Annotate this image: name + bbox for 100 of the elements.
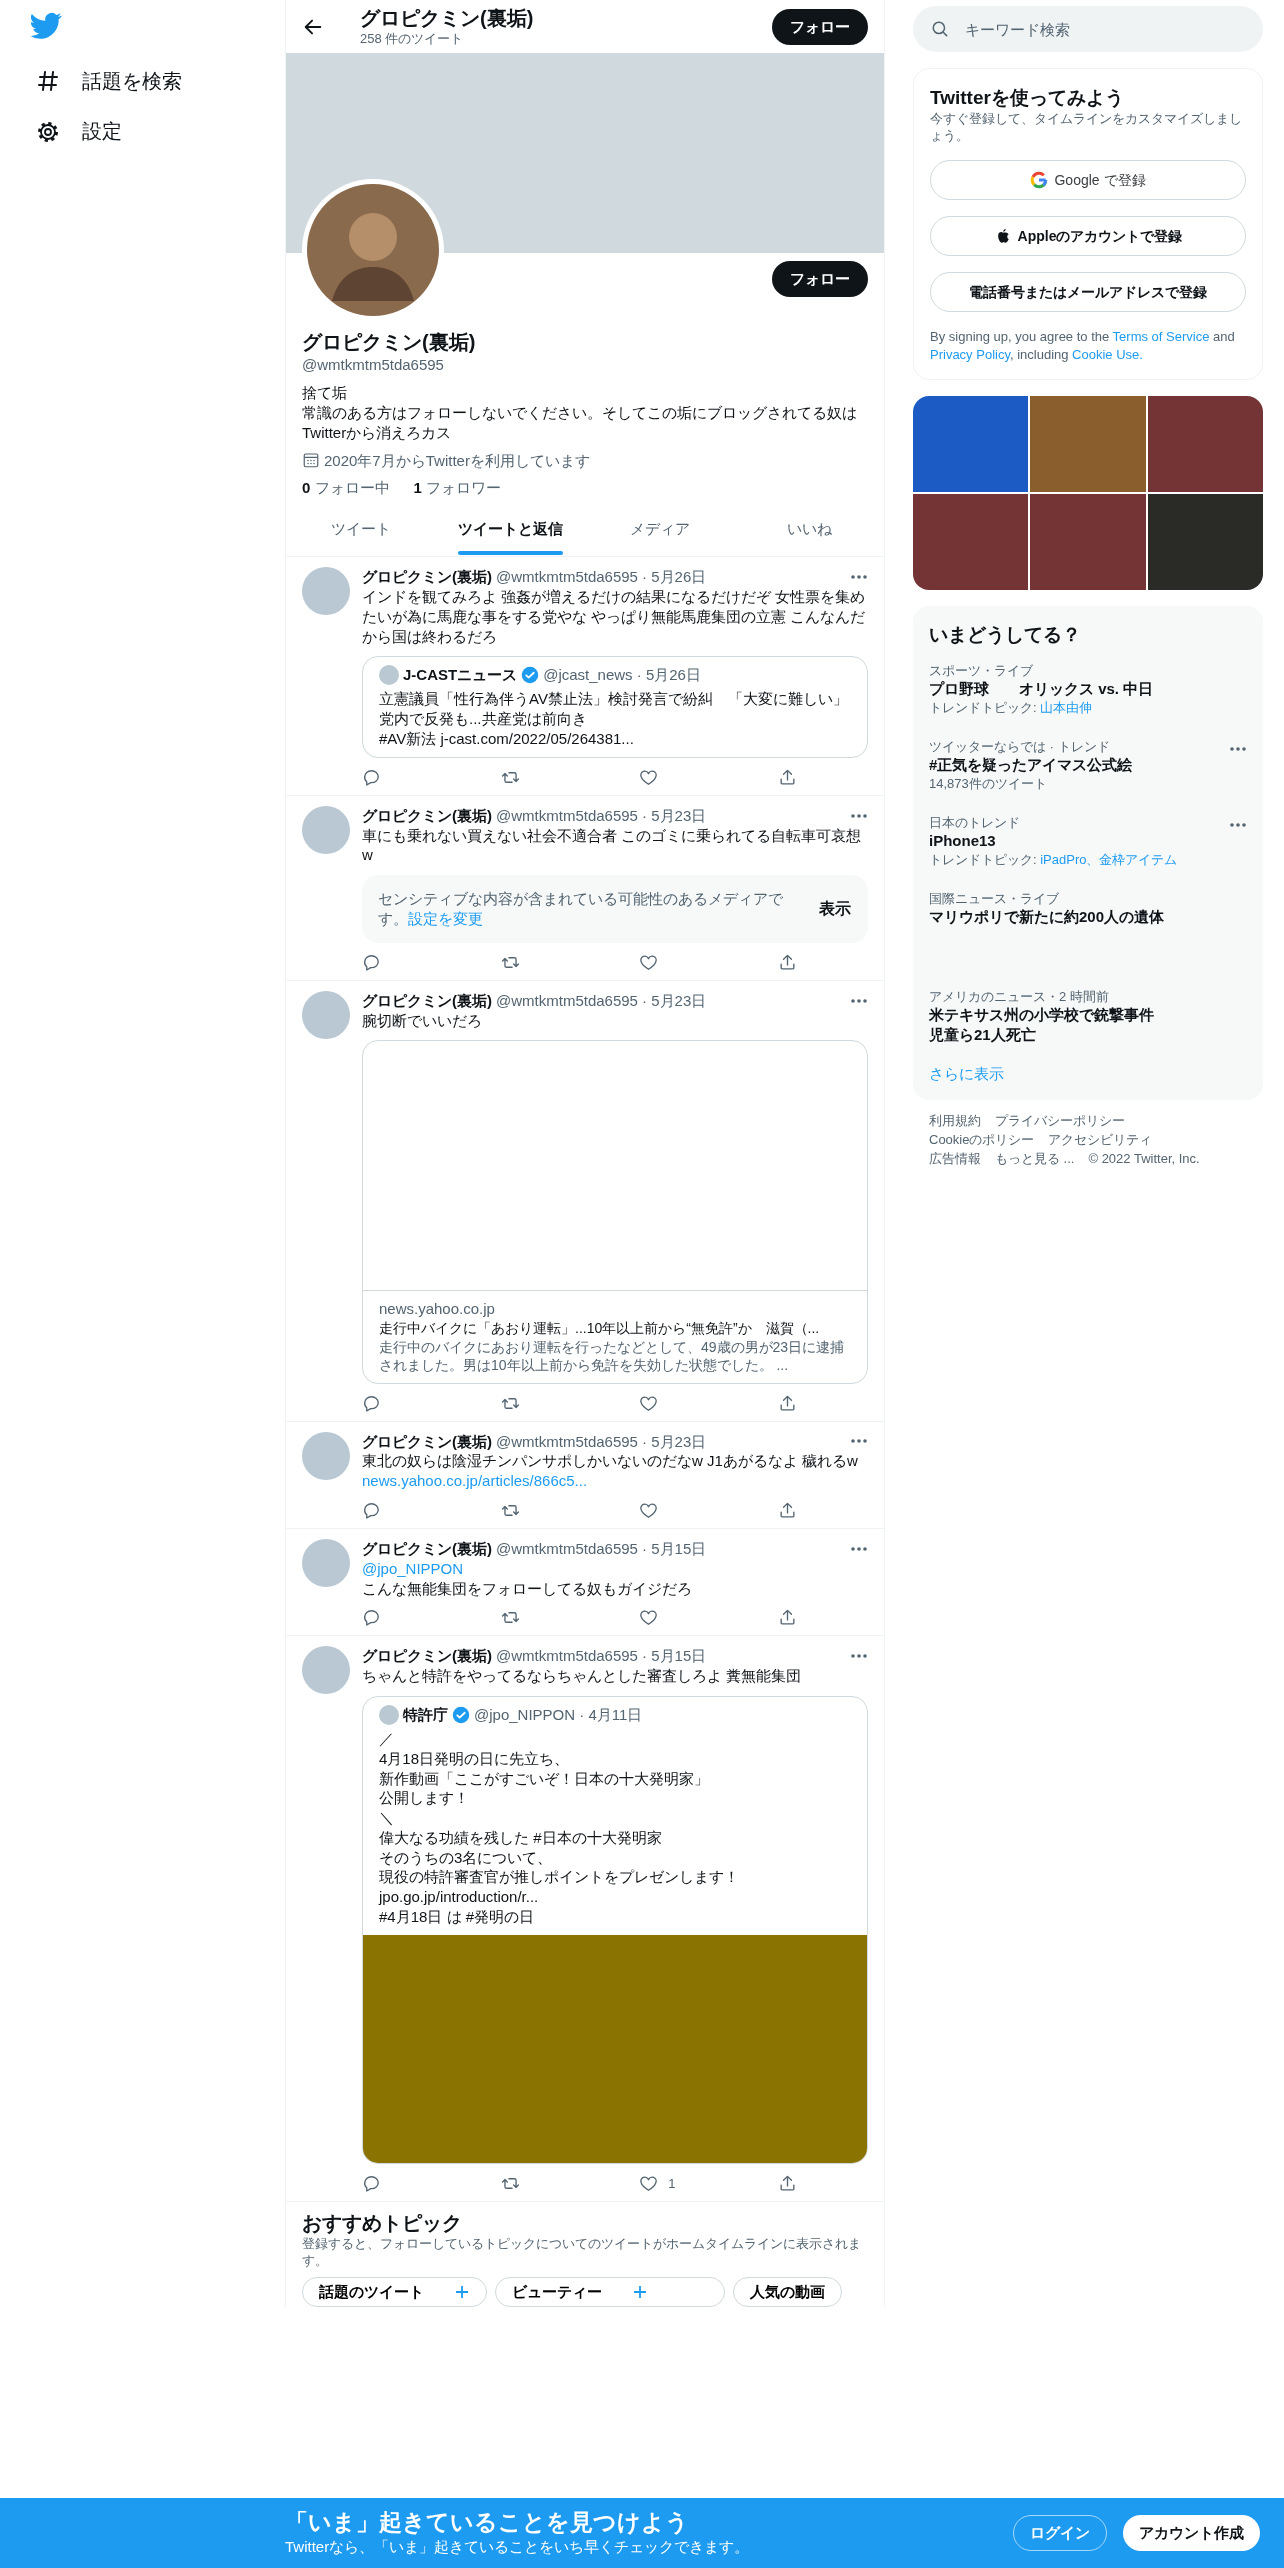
like-count: 1 xyxy=(668,2174,676,2192)
section-title: おすすめトピック xyxy=(302,2210,463,2236)
bird-logo[interactable] xyxy=(30,12,62,40)
share-icon[interactable] xyxy=(777,952,797,972)
topic-chip[interactable]: 話題のツイート xyxy=(302,2276,487,2307)
more-icon[interactable] xyxy=(850,1545,868,1552)
banner-subtitle: Twitterなら、「いま」起きていることをいち早くチェックできます。 xyxy=(285,2536,751,2557)
avatar xyxy=(302,1538,350,1587)
tab[interactable]: ツイートと返信 xyxy=(435,506,585,557)
share-icon[interactable] xyxy=(777,1608,797,1628)
trend-title: マリウポリで新たに約200人の遺体 xyxy=(929,907,1165,928)
legal-text: By signing up, you agree to the Terms of Service and Privacy Policy, including Cookie Use. xyxy=(930,328,1236,363)
tweet-text: ちゃんと特許をやってるならちゃんとした審査しろよ 糞無能集団 xyxy=(362,1666,803,1686)
profile-handle: @wmtkmtm5tda6595 xyxy=(302,355,445,376)
tweet-meta: @wmtkmtm5tda6595 · 5月23日 xyxy=(496,805,708,826)
signup-button[interactable]: Appleのアカウントで登録 xyxy=(930,216,1246,257)
search-field[interactable]: キーワード検索 xyxy=(913,6,1263,52)
topic-chip[interactable]: ビューティー xyxy=(495,2276,725,2307)
media-thumbnail[interactable] xyxy=(913,395,1029,492)
quoted-text-line: #4月18日 は #発明の日 xyxy=(379,1907,536,1927)
footer-link[interactable]: Cookieのポリシー xyxy=(929,1130,1035,1148)
link-card[interactable]: news.yahoo.co.jp 走行中バイクに「あおり運転」...10年以上前から“無免許”か 滋賀（... 走行中のバイクにあおり運転を行ったなどとして、49歳の男が23日に逮捕されました。男は10年以上前から免許を失効した状態でした。 ... xyxy=(362,1040,868,1384)
follow-button[interactable]: フォロー xyxy=(772,261,868,297)
tweet-meta: @wmtkmtm5tda6595 · 5月15日 xyxy=(496,1538,708,1559)
quoted-text-line: そのうちの3名について、 xyxy=(379,1847,554,1868)
tweet-count: 258 件のツイート xyxy=(360,29,465,48)
follow-button[interactable]: フォロー xyxy=(772,8,868,45)
quoted-tweet[interactable]: 特許庁 @jpo_NIPPON · 4月11日 ／ 4月18日発明の日に先立ち、 新作動画「ここがすごいぞ！日本の十大発明家」 公開します！ ＼ 偉大なる功績を残した #日本の十大発明家 そのうちの3名について、 現役の特許審査官が推しポイントをプレゼンします！ jpo.go.jp/introduction/r... #4月18日 は #発明の日 xyxy=(362,1695,868,2164)
more-icon[interactable] xyxy=(1229,745,1247,752)
more-icon[interactable] xyxy=(1229,822,1247,828)
media-thumbnail[interactable] xyxy=(913,493,1029,590)
card-title: Twitterを使ってみよう xyxy=(930,86,1125,110)
reply-icon[interactable] xyxy=(362,952,381,972)
trend-item[interactable]: 日本のトレンド iPhone13 トレンドトピック: iPadPro、金枠アイテム xyxy=(913,803,1263,880)
tweet-text: 車にも乗れない買えない社会不適合者 このゴミに乗られてる自転車可哀想w xyxy=(362,825,863,866)
quoted-text-line: #AV新法 j-cast.com/2022/05/264381... xyxy=(379,728,635,749)
sidebar-item[interactable]: 設定 xyxy=(30,106,128,157)
trend-context: ツイッターならでは · トレンド xyxy=(929,737,1111,756)
tab[interactable]: ツイート xyxy=(286,506,436,557)
topic-chip[interactable]: 人気の動画 xyxy=(733,2276,842,2307)
trend-item[interactable]: アメリカのニュース・2 時間前 米テキサス州の小学校で銃撃事件 児童ら21人死亡 xyxy=(913,977,1263,1056)
followers-count[interactable]: 1 フォロワー xyxy=(413,478,502,499)
share-icon[interactable] xyxy=(777,1393,797,1413)
footer-link[interactable]: 利用規約 xyxy=(929,1111,981,1129)
tweet-text: こんな無能集団をフォローしてる奴もガイジだろ xyxy=(362,1578,693,1599)
tab[interactable]: メディア xyxy=(585,506,735,557)
footer-link[interactable]: © 2022 Twitter, Inc. xyxy=(1088,1149,1200,1168)
quoted-text-line: 偉大なる功績を残した #日本の十大発明家 xyxy=(379,1827,663,1848)
trend-context: スポーツ・ライブ xyxy=(929,661,1034,679)
more-icon[interactable] xyxy=(850,812,868,819)
share-icon[interactable] xyxy=(777,1500,797,1520)
reply-icon[interactable] xyxy=(362,1608,381,1628)
footer-link[interactable]: プライバシーポリシー xyxy=(995,1111,1125,1129)
reply-icon[interactable] xyxy=(362,2173,381,2193)
trend-item[interactable]: スポーツ・ライブ プロ野球 オリックス vs. 中日 トレンドトピック: 山本由伸 xyxy=(913,650,1263,727)
following-count[interactable]: 0 フォロー中 xyxy=(302,478,390,499)
footer-link[interactable]: アクセシビリティ xyxy=(1048,1130,1153,1148)
media-thumbnail[interactable] xyxy=(1030,395,1146,492)
card-title: 走行中バイクに「あおり運転」...10年以上前から“無免許”か 滋賀（... xyxy=(379,1319,821,1338)
share-icon[interactable] xyxy=(777,767,797,787)
trend-item[interactable]: 国際ニュース・ライブ マリウポリで新たに約200人の遺体 xyxy=(913,879,1263,978)
quoted-text-line: jpo.go.jp/introduction/r... xyxy=(379,1887,540,1908)
quoted-text-line: ／ xyxy=(379,1728,395,1749)
avatar xyxy=(379,665,399,686)
trend-item[interactable]: ツイッターならでは · トレンド #正気を疑ったアイマス公式絵 14,873件のツイート xyxy=(913,726,1263,803)
trend-title: iPhone13 xyxy=(929,831,997,851)
card-domain: news.yahoo.co.jp xyxy=(379,1299,496,1320)
reply-icon[interactable] xyxy=(362,1500,381,1520)
more-icon[interactable] xyxy=(850,1653,868,1660)
reply-icon[interactable] xyxy=(362,1393,381,1413)
avatar xyxy=(302,1431,350,1480)
sidebar-item[interactable]: 話題を検索 xyxy=(30,56,188,107)
more-icon[interactable] xyxy=(850,1438,868,1445)
share-icon[interactable] xyxy=(777,2173,797,2193)
more-icon[interactable] xyxy=(850,574,868,581)
footer-link[interactable]: 広告情報 xyxy=(929,1149,981,1168)
author-name: グロピクミン(裏垢) xyxy=(362,1646,492,1667)
trend-title: プロ野球 オリックス vs. 中日 xyxy=(929,678,1154,699)
panel-title: いまどうしてる？ xyxy=(928,622,1082,647)
footer-link[interactable]: もっと見る ... xyxy=(995,1149,1075,1168)
settings-icon xyxy=(36,119,60,144)
heart-icon[interactable] xyxy=(639,1608,659,1628)
show-button[interactable]: 表示 xyxy=(818,895,852,922)
trend-context: 国際ニュース・ライブ xyxy=(929,890,1060,908)
profile-name: グロピクミン(裏垢) xyxy=(302,330,477,355)
media-thumbnail[interactable] xyxy=(1147,493,1263,590)
google-icon xyxy=(1030,171,1049,190)
signup-button[interactable]: Google で登録 xyxy=(930,160,1246,201)
trend-title: #正気を疑ったアイマス公式絵 xyxy=(929,755,1133,775)
tab[interactable]: いいね xyxy=(734,506,884,557)
signup-button[interactable]: 電話番号またはメールアドレスで登録 xyxy=(930,272,1246,313)
quoted-text-line: ＼ xyxy=(379,1808,395,1828)
quoted-tweet[interactable]: J-CASTニュース @jcast_news · 5月26日 立憲議員「性行為伴うAV禁止法」検討発言で紛糾 「大変に難しい」党内で反発も...共産党は前向き #AV新法 j-cast.com/2022/05/264381... xyxy=(362,656,868,758)
quoted-text-line: 現役の特許審査官が推しポイントをプレゼンします！ xyxy=(379,1867,740,1888)
signup-button[interactable]: アカウント作成 xyxy=(1123,2515,1260,2551)
card-description: 走行中のバイクにあおり運転を行ったなどとして、49歳の男が23日に逮捕されました。男は10年以上前から免許を失効した状態でした。 ... xyxy=(379,1337,846,1375)
media-thumbnail[interactable] xyxy=(1147,395,1263,492)
reply-icon[interactable] xyxy=(362,767,381,787)
media-thumbnail[interactable] xyxy=(1030,493,1146,590)
more-icon[interactable] xyxy=(850,997,868,1004)
